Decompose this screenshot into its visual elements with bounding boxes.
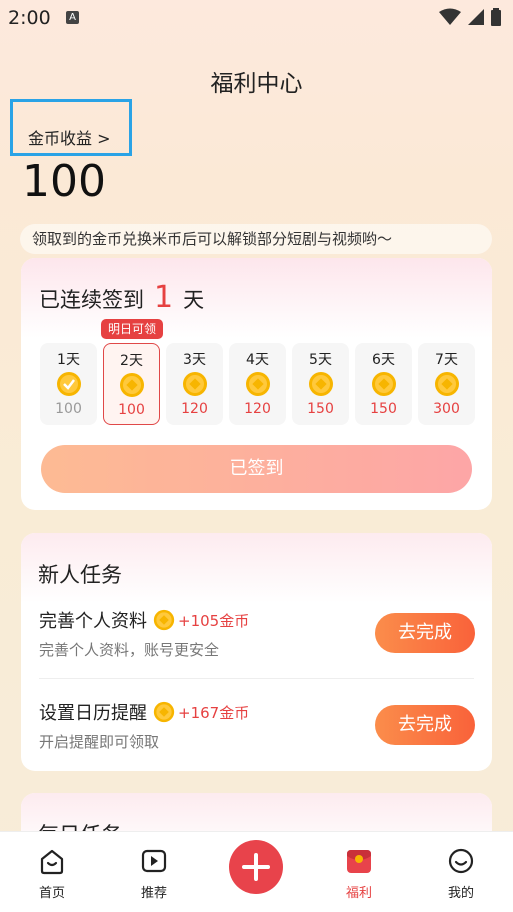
create-button[interactable] — [229, 840, 283, 894]
day-label: 6天 — [372, 352, 395, 368]
signin-card: 已连续签到 1 天 1天 100 2天 100 3天 120 4天 120 5天… — [21, 258, 492, 510]
day-value: 300 — [433, 401, 460, 417]
signin-days: 1天 100 2天 100 3天 120 4天 120 5天 150 6天 15… — [40, 343, 475, 425]
day-value: 150 — [307, 401, 334, 417]
page-title: 福利中心 — [210, 71, 303, 97]
notice-banner: 领取到的金币兑换米币后可以解锁部分短剧与视频哟～ — [20, 224, 492, 254]
task-title-row: 完善个人资料 +105金币 — [39, 607, 249, 633]
smile-icon — [448, 848, 474, 874]
nav-recommend[interactable]: 推荐 — [124, 846, 184, 901]
coin-icon — [153, 609, 175, 631]
day-label: 5天 — [309, 352, 332, 368]
coin-balance: 100 — [22, 156, 106, 207]
plus-icon — [242, 853, 270, 881]
status-time: 2:00 — [8, 7, 51, 29]
nav-label: 推荐 — [140, 886, 167, 901]
day-value: 120 — [244, 401, 271, 417]
nav-label: 我的 — [447, 886, 474, 901]
day-label: 4天 — [246, 352, 269, 368]
coin-icon — [434, 372, 459, 396]
nav-label: 福利 — [345, 886, 372, 901]
day-value: 120 — [181, 401, 208, 417]
streak-suffix: 天 — [183, 288, 205, 312]
day-label: 1天 — [57, 352, 80, 368]
task-reward: +105金币 — [178, 611, 250, 630]
coin-icon — [371, 372, 396, 396]
coin-icon — [245, 372, 270, 396]
task-title: 完善个人资料 — [39, 611, 147, 632]
streak-prefix: 已连续签到 — [39, 288, 144, 312]
status-icons — [439, 8, 501, 26]
task-complete-profile: 完善个人资料 +105金币 完善个人资料，账号更安全 去完成 — [21, 607, 492, 679]
signin-day-5[interactable]: 5天 150 — [292, 343, 349, 425]
coin-income-link[interactable]: 金币收益 > — [28, 125, 111, 149]
task-calendar-reminder: 设置日历提醒 +167金币 开启提醒即可领取 去完成 — [21, 699, 492, 771]
task-complete-button[interactable]: 去完成 — [375, 705, 475, 745]
coin-icon — [119, 373, 144, 397]
coin-icon — [308, 372, 333, 396]
new-tasks-title: 新人任务 — [38, 563, 122, 587]
task-title: 设置日历提醒 — [39, 703, 147, 724]
coin-income-highlight[interactable]: 金币收益 > — [10, 99, 132, 156]
day-label: 3天 — [183, 352, 206, 368]
task-title-row: 设置日历提醒 +167金币 — [39, 699, 249, 725]
day-value: 150 — [370, 401, 397, 417]
coin-checked-icon — [56, 372, 81, 396]
nav-mine[interactable]: 我的 — [431, 846, 491, 901]
signin-streak: 已连续签到 1 天 — [39, 280, 204, 315]
signal-icon — [468, 9, 484, 25]
day-label: 7天 — [435, 352, 458, 368]
new-tasks-card: 新人任务 完善个人资料 +105金币 完善个人资料，账号更安全 去完成 设置日历… — [21, 533, 492, 771]
task-complete-button[interactable]: 去完成 — [375, 613, 475, 653]
task-subtitle: 完善个人资料，账号更安全 — [39, 641, 220, 659]
battery-icon — [491, 8, 501, 26]
day-value: 100 — [55, 401, 82, 417]
day-value: 100 — [118, 402, 145, 418]
divider — [39, 678, 474, 679]
streak-count: 1 — [154, 280, 174, 315]
status-bar: 2:00 A — [0, 0, 513, 36]
signin-day-2[interactable]: 2天 100 — [103, 343, 160, 425]
task-reward: +167金币 — [178, 703, 250, 722]
signin-day-6[interactable]: 6天 150 — [355, 343, 412, 425]
signed-in-button[interactable]: 已签到 — [41, 445, 472, 493]
nav-home[interactable]: 首页 — [22, 846, 82, 901]
wifi-icon — [439, 8, 461, 25]
tomorrow-badge: 明日可领 — [101, 319, 163, 339]
signin-day-3[interactable]: 3天 120 — [166, 343, 223, 425]
red-envelope-icon — [347, 850, 371, 873]
day-label: 2天 — [120, 353, 143, 369]
notification-icon: A — [66, 11, 79, 24]
signin-day-7[interactable]: 7天 300 — [418, 343, 475, 425]
play-icon — [141, 849, 167, 873]
nav-welfare[interactable]: 福利 — [329, 846, 389, 901]
signin-day-4[interactable]: 4天 120 — [229, 343, 286, 425]
nav-label: 首页 — [38, 886, 65, 901]
task-subtitle: 开启提醒即可领取 — [39, 733, 160, 751]
bottom-nav: 首页 推荐 福利 我的 — [0, 831, 513, 912]
signin-day-1[interactable]: 1天 100 — [40, 343, 97, 425]
coin-icon — [153, 701, 175, 723]
home-icon — [40, 849, 64, 875]
coin-icon — [182, 372, 207, 396]
